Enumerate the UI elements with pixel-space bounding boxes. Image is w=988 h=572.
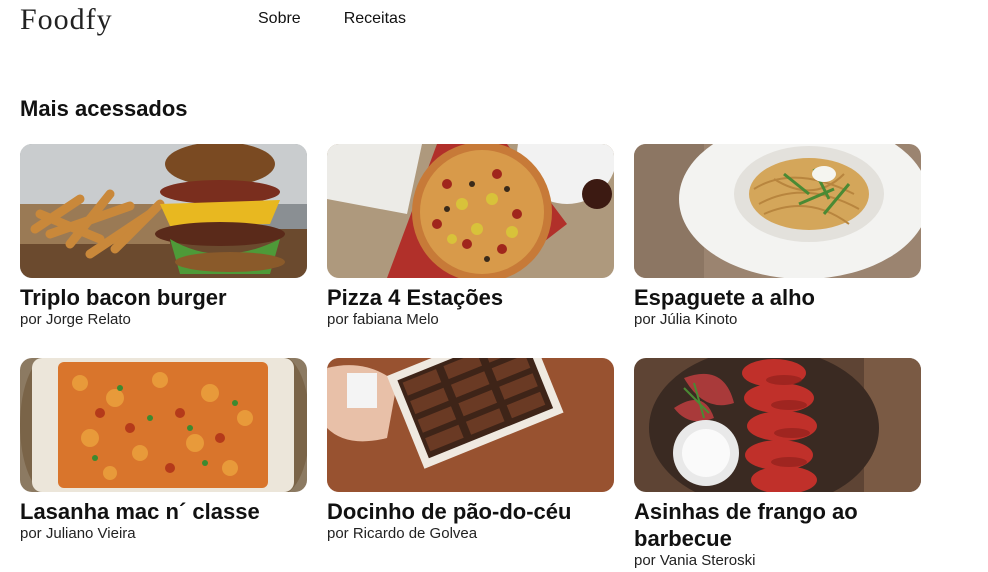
- recipe-card[interactable]: Asinhas de frango ao barbecue por Vania …: [634, 358, 921, 572]
- site-header: Foodfy Sobre Receitas: [0, 0, 988, 48]
- recipe-author: por Ricardo de Golvea: [327, 525, 478, 542]
- recipe-author: por fabiana Melo: [327, 311, 439, 328]
- recipe-card[interactable]: Triplo bacon burger por Jorge Relato: [20, 144, 307, 358]
- recipe-author: por Juliano Vieira: [20, 525, 136, 542]
- recipe-title[interactable]: Asinhas de frango ao barbecue: [634, 498, 921, 552]
- recipe-title[interactable]: Docinho de pão-do-céu: [327, 498, 614, 525]
- pizza-image[interactable]: [327, 144, 614, 278]
- spaghetti-image[interactable]: [634, 144, 921, 278]
- recipe-grid: Triplo bacon burger por Jorge Relato Piz…: [20, 144, 940, 572]
- recipe-card[interactable]: Lasanha mac n´ classe por Juliano Vieira: [20, 358, 307, 572]
- recipe-card[interactable]: Docinho de pão-do-céu por Ricardo de Gol…: [327, 358, 614, 572]
- recipe-title[interactable]: Lasanha mac n´ classe: [20, 498, 307, 525]
- nav-link-sobre[interactable]: Sobre: [258, 10, 301, 28]
- section-title: Mais acessados: [20, 96, 188, 121]
- recipe-author: por Júlia Kinoto: [634, 311, 738, 328]
- nav-link-receitas[interactable]: Receitas: [344, 10, 406, 28]
- recipe-title[interactable]: Triplo bacon burger: [20, 284, 307, 311]
- chocolates-image[interactable]: [327, 358, 614, 492]
- chicken-wings-image[interactable]: [634, 358, 921, 492]
- recipe-author: por Vania Steroski: [634, 552, 756, 569]
- lasagna-image[interactable]: [20, 358, 307, 492]
- recipe-card[interactable]: Espaguete a alho por Júlia Kinoto: [634, 144, 921, 358]
- recipe-title[interactable]: Espaguete a alho: [634, 284, 921, 311]
- recipe-title[interactable]: Pizza 4 Estações: [327, 284, 614, 311]
- burger-image[interactable]: [20, 144, 307, 278]
- recipe-card[interactable]: Pizza 4 Estações por fabiana Melo: [327, 144, 614, 358]
- main-nav: Sobre Receitas: [258, 10, 406, 28]
- recipe-author: por Jorge Relato: [20, 311, 131, 328]
- site-logo[interactable]: Foodfy: [20, 3, 113, 37]
